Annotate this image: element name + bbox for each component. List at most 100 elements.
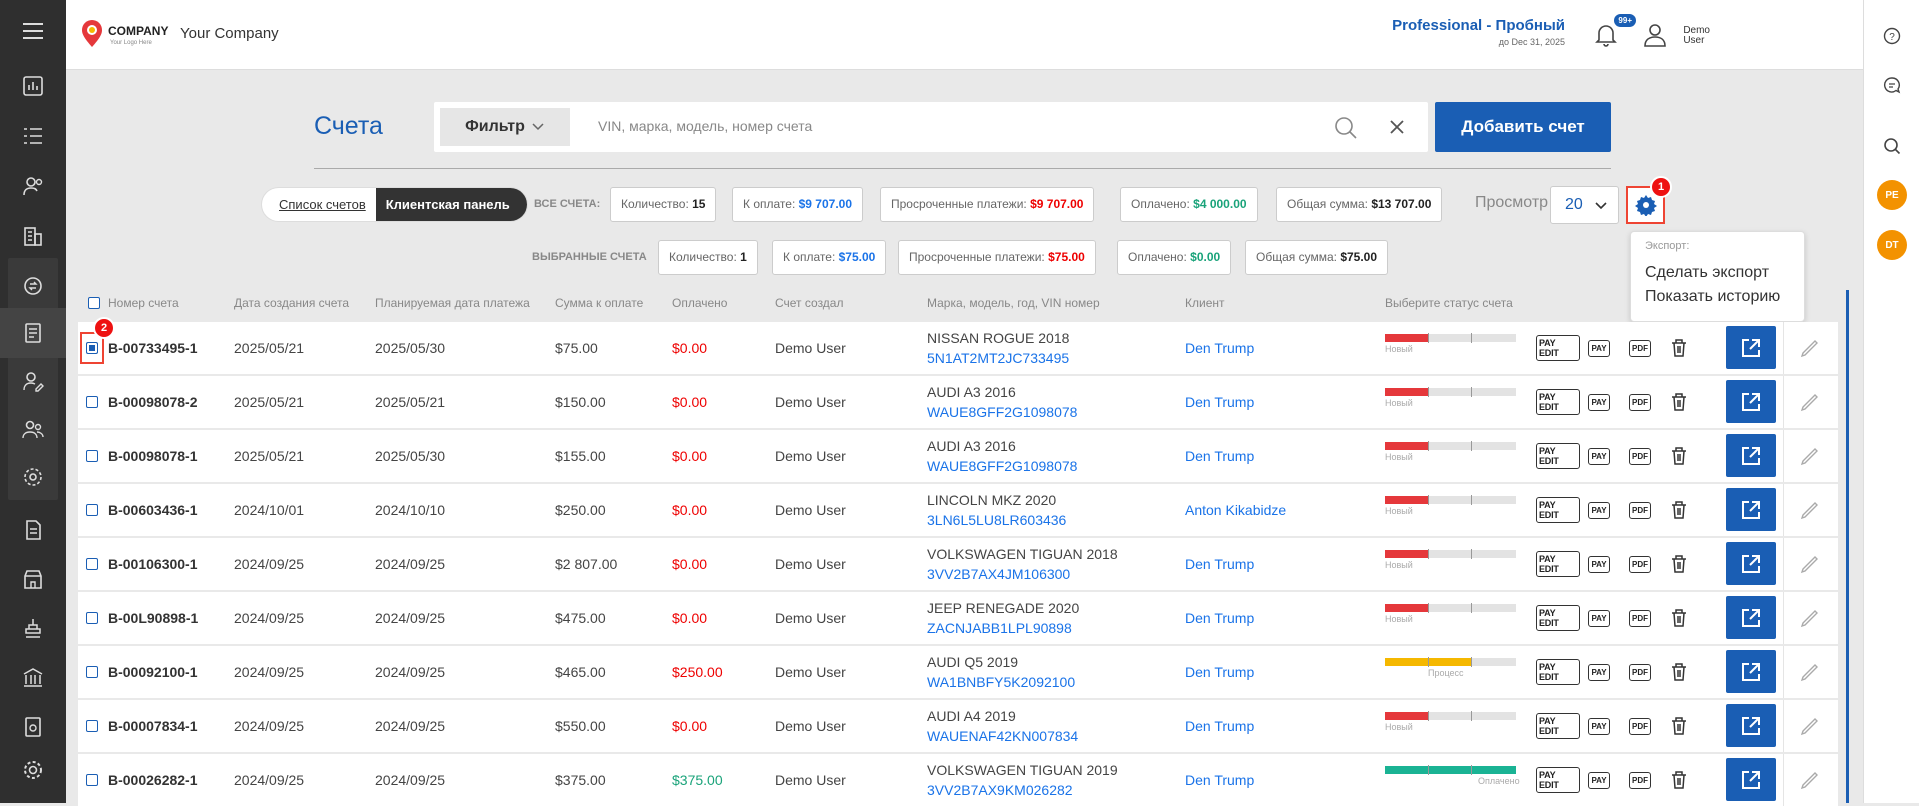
open-invoice-button[interactable] bbox=[1726, 488, 1776, 531]
vin-link[interactable]: 3LN6L5LU8LR603436 bbox=[927, 510, 1066, 530]
table-row[interactable]: B-00098078-1 2025/05/21 2025/05/30 $155.00 $… bbox=[78, 430, 1838, 482]
pay-edit-icon[interactable]: PAY EDIT bbox=[1536, 484, 1580, 536]
page-size-select[interactable]: 20 bbox=[1550, 186, 1619, 224]
invoice-number[interactable]: B-00098078-2 bbox=[108, 376, 198, 428]
pdf-icon[interactable]: PDF bbox=[1627, 592, 1653, 644]
open-invoice-button[interactable] bbox=[1726, 542, 1776, 585]
search-input[interactable]: VIN, марка, модель, номер счета bbox=[598, 118, 812, 134]
menu-icon[interactable] bbox=[0, 6, 66, 56]
pay-edit-icon[interactable]: PAY EDIT bbox=[1536, 538, 1580, 590]
client-link[interactable]: Anton Kikabidze bbox=[1185, 484, 1286, 536]
user-icon[interactable] bbox=[1643, 22, 1667, 53]
pay-icon[interactable]: PAY bbox=[1586, 322, 1612, 374]
pay-edit-icon[interactable]: PAY EDIT bbox=[1536, 322, 1580, 374]
vin-link[interactable]: WA1BNBFY5K2092100 bbox=[927, 672, 1075, 692]
users-settings-icon[interactable] bbox=[0, 161, 66, 211]
building-icon[interactable] bbox=[0, 211, 66, 261]
clear-icon[interactable] bbox=[1389, 119, 1405, 135]
vin-link[interactable]: 3VV2B7AX4JM106300 bbox=[927, 564, 1118, 584]
edit-pencil-icon[interactable] bbox=[1783, 376, 1835, 428]
pay-icon[interactable]: PAY bbox=[1586, 376, 1612, 428]
vin-link[interactable]: WAUE8GFF2G1098078 bbox=[927, 402, 1077, 422]
edit-pencil-icon[interactable] bbox=[1783, 322, 1835, 374]
pdf-icon[interactable]: PDF bbox=[1627, 754, 1653, 806]
pay-edit-icon[interactable]: PAY EDIT bbox=[1536, 646, 1580, 698]
pay-icon[interactable]: PAY bbox=[1586, 484, 1612, 536]
search-icon[interactable] bbox=[1334, 116, 1358, 140]
table-row[interactable]: B-00026282-1 2024/09/25 2024/09/25 $375.00 $… bbox=[78, 754, 1838, 806]
pay-edit-icon[interactable]: PAY EDIT bbox=[1536, 754, 1580, 806]
invoice-number[interactable]: B-00092100-1 bbox=[108, 646, 198, 698]
chat-icon[interactable] bbox=[1874, 67, 1910, 103]
pdf-icon[interactable]: PDF bbox=[1627, 430, 1653, 482]
bank-icon[interactable] bbox=[0, 652, 66, 702]
row-checkbox[interactable] bbox=[86, 538, 98, 590]
open-invoice-button[interactable] bbox=[1726, 704, 1776, 747]
document-icon[interactable] bbox=[0, 505, 66, 555]
row-checkbox[interactable] bbox=[86, 700, 98, 752]
pay-edit-icon[interactable]: PAY EDIT bbox=[1536, 376, 1580, 428]
client-link[interactable]: Den Trump bbox=[1185, 322, 1254, 374]
table-row[interactable]: B-00007834-1 2024/09/25 2024/09/25 $550.00 $… bbox=[78, 700, 1838, 752]
pdf-icon[interactable]: PDF bbox=[1627, 376, 1653, 428]
user-name[interactable]: Demo User bbox=[1683, 26, 1710, 46]
tab-client-panel[interactable]: Клиентская панель bbox=[375, 188, 527, 221]
trash-icon[interactable] bbox=[1667, 700, 1691, 752]
open-invoice-button[interactable] bbox=[1726, 434, 1776, 477]
edit-pencil-icon[interactable] bbox=[1783, 700, 1835, 752]
table-row[interactable]: B-00L90898-1 2024/09/25 2024/09/25 $475.00 $… bbox=[78, 592, 1838, 644]
open-invoice-button[interactable] bbox=[1726, 650, 1776, 693]
col-client[interactable]: Клиент bbox=[1185, 296, 1225, 310]
trash-icon[interactable] bbox=[1667, 322, 1691, 374]
col-car[interactable]: Марка, модель, год, VIN номер bbox=[927, 296, 1100, 310]
pay-edit-icon[interactable]: PAY EDIT bbox=[1536, 700, 1580, 752]
vin-link[interactable]: WAUE8GFF2G1098078 bbox=[927, 456, 1077, 476]
avatar-pe[interactable]: PE bbox=[1877, 180, 1907, 210]
client-link[interactable]: Den Trump bbox=[1185, 700, 1254, 752]
row-checkbox[interactable] bbox=[86, 592, 98, 644]
row-checkbox[interactable] bbox=[86, 754, 98, 806]
pay-icon[interactable]: PAY bbox=[1586, 700, 1612, 752]
table-row[interactable]: B-00098078-2 2025/05/21 2025/05/21 $150.00 $… bbox=[78, 376, 1838, 428]
table-row[interactable]: B-00106300-1 2024/09/25 2024/09/25 $2 807.0… bbox=[78, 538, 1838, 590]
trash-icon[interactable] bbox=[1667, 430, 1691, 482]
pay-icon[interactable]: PAY bbox=[1586, 646, 1612, 698]
plan-info[interactable]: Professional - Пробный до Dec 31, 2025 bbox=[1392, 17, 1565, 47]
open-invoice-button[interactable] bbox=[1726, 596, 1776, 639]
invoice-number[interactable]: B-00098078-1 bbox=[108, 430, 198, 482]
tab-invoice-list[interactable]: Список счетов bbox=[262, 188, 376, 221]
row-checkbox[interactable] bbox=[86, 484, 98, 536]
pdf-icon[interactable]: PDF bbox=[1627, 700, 1653, 752]
select-all-checkbox[interactable] bbox=[88, 297, 100, 309]
edit-pencil-icon[interactable] bbox=[1783, 538, 1835, 590]
avatar-dt[interactable]: DT bbox=[1877, 230, 1907, 260]
edit-pencil-icon[interactable] bbox=[1783, 592, 1835, 644]
menu-item-export[interactable]: Сделать экспорт bbox=[1645, 264, 1769, 282]
settings-cog-icon[interactable] bbox=[0, 452, 66, 502]
invoice-number[interactable]: B-00106300-1 bbox=[108, 538, 198, 590]
pdf-icon[interactable]: PDF bbox=[1627, 538, 1653, 590]
open-invoice-button[interactable] bbox=[1726, 380, 1776, 423]
gear-icon[interactable] bbox=[0, 745, 66, 795]
dashboard-icon[interactable] bbox=[0, 61, 66, 111]
pay-icon[interactable]: PAY bbox=[1586, 592, 1612, 644]
client-link[interactable]: Den Trump bbox=[1185, 592, 1254, 644]
trash-icon[interactable] bbox=[1667, 754, 1691, 806]
col-created-by[interactable]: Счет создал bbox=[775, 296, 843, 310]
status-bar[interactable] bbox=[1385, 711, 1516, 721]
status-bar[interactable] bbox=[1385, 387, 1516, 397]
col-status[interactable]: Выберите статус счета bbox=[1385, 296, 1513, 310]
exchange-icon[interactable] bbox=[0, 261, 66, 311]
col-planned[interactable]: Планируемая дата платежа bbox=[375, 296, 530, 310]
status-bar[interactable] bbox=[1385, 333, 1516, 343]
pay-edit-icon[interactable]: PAY EDIT bbox=[1536, 430, 1580, 482]
client-link[interactable]: Den Trump bbox=[1185, 754, 1254, 806]
status-bar[interactable] bbox=[1385, 441, 1516, 451]
trash-icon[interactable] bbox=[1667, 484, 1691, 536]
edit-pencil-icon[interactable] bbox=[1783, 430, 1835, 482]
add-invoice-button[interactable]: Добавить счет bbox=[1435, 102, 1611, 152]
search-icon[interactable] bbox=[1874, 128, 1910, 164]
row-checkbox[interactable] bbox=[86, 376, 98, 428]
row-checkbox[interactable] bbox=[86, 430, 98, 482]
pdf-icon[interactable]: PDF bbox=[1627, 322, 1653, 374]
